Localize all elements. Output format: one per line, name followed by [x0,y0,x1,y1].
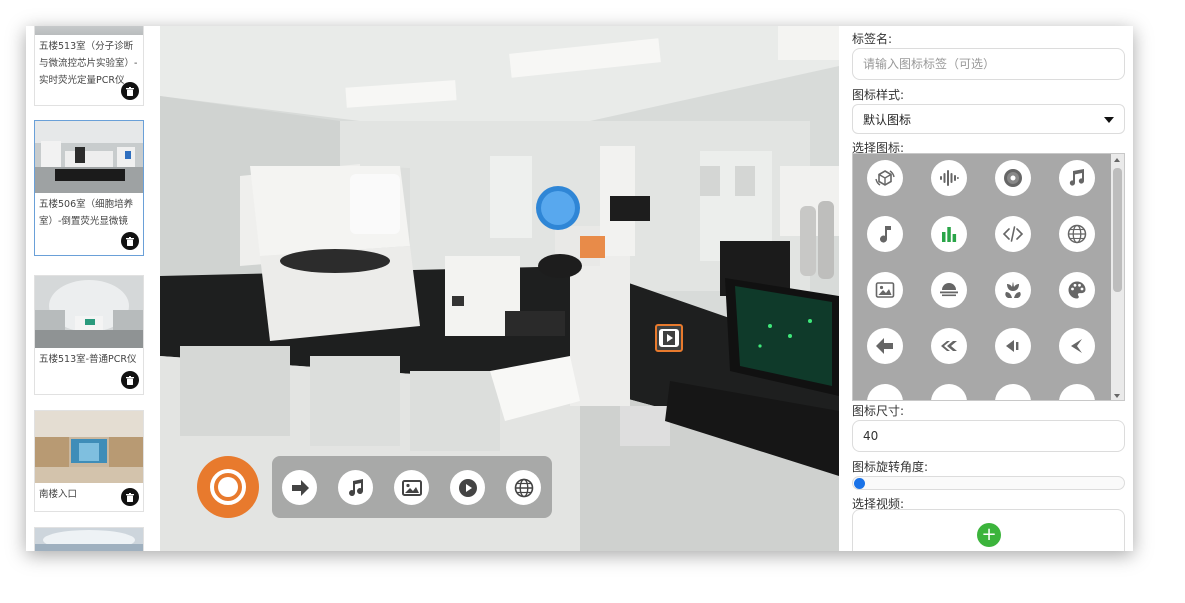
video-icon [659,329,679,347]
image-icon [401,479,422,496]
delete-scene-button[interactable] [121,371,139,389]
flower-icon[interactable] [995,272,1031,308]
double-chevron-left-icon[interactable] [931,328,967,364]
bar-chart-icon[interactable] [931,216,967,252]
palette-icon[interactable] [1059,272,1095,308]
play-icon [458,478,477,497]
cube-rotate-icon[interactable] [867,160,903,196]
single-note-icon[interactable] [867,216,903,252]
trash-icon [126,492,134,502]
soundwave-icon[interactable] [931,160,967,196]
scrollbar-thumb[interactable] [1113,168,1122,292]
video-select-box[interactable]: + [852,509,1125,551]
globe-icon[interactable] [1059,216,1095,252]
scene-card[interactable] [34,527,144,551]
rotation-label: 图标旋转角度: [852,460,929,474]
icon-size-input[interactable] [852,420,1125,452]
video-hotspot[interactable] [655,324,683,352]
icon-style-select[interactable]: 默认图标 [852,104,1125,134]
scene-thumbnail [35,26,143,35]
partial-icon[interactable] [931,384,967,400]
trash-icon [126,375,134,385]
tag-label: 标签名: [852,32,893,46]
globe-icon [514,478,533,497]
horizon-icon[interactable] [931,272,967,308]
plus-icon: + [981,524,997,545]
partial-icon[interactable] [995,384,1031,400]
scene-card[interactable]: 南楼入口 [34,410,144,512]
size-label: 图标尺寸: [852,404,905,418]
style-label: 图标样式: [852,88,905,102]
add-image-hotspot-button[interactable] [394,470,429,505]
delete-scene-button[interactable] [121,232,139,250]
arrow-right-icon [291,479,309,496]
music-note-icon[interactable] [1059,160,1095,196]
scene-card[interactable]: 五楼513室（分子诊断与微流控芯片实验室）-实时荧光定量PCR仪 [34,26,144,106]
trash-icon [126,236,134,246]
scene-card[interactable]: 五楼513室-普通PCR仪 [34,275,144,395]
rotation-slider[interactable] [852,476,1125,490]
scroll-down-icon[interactable] [1114,394,1120,398]
panorama-viewer[interactable] [160,26,839,551]
record-icon [210,469,246,505]
scene-thumbnail [35,411,143,483]
delete-scene-button[interactable] [121,488,139,506]
partial-icon[interactable] [1059,384,1095,400]
add-link-hotspot-button[interactable] [506,470,541,505]
add-video-button[interactable]: + [977,523,1001,547]
music-icon [348,478,363,496]
caret-down-icon [1104,117,1114,123]
scene-thumbnail [35,528,143,551]
hotspot-toolbar [272,456,552,518]
image-icon[interactable] [867,272,903,308]
hotspot-settings-panel: 标签名: 图标样式: 默认图标 选择图标: [839,26,1133,551]
partial-icon[interactable] [867,384,903,400]
delete-scene-button[interactable] [121,82,139,100]
scene-thumbnail [35,276,143,348]
scene-sidebar: 五楼513室（分子诊断与微流控芯片实验室）-实时荧光定量PCR仪 五楼506室（… [26,26,160,551]
scene-thumbnail [35,121,143,193]
add-video-hotspot-button[interactable] [450,470,485,505]
arrow-left-icon[interactable] [867,328,903,364]
scroll-up-icon[interactable] [1114,158,1120,162]
icon-grid-scrollbar[interactable] [1111,154,1124,400]
rewind-icon[interactable] [995,328,1031,364]
icon-style-value: 默认图标 [863,112,912,127]
scene-card-active[interactable]: 五楼506室（细胞培养室）-倒置荧光显微镜 [34,120,144,256]
code-icon[interactable] [995,216,1031,252]
add-music-hotspot-button[interactable] [338,470,373,505]
disc-icon[interactable] [995,160,1031,196]
tag-name-input[interactable] [852,48,1125,80]
app-window: 五楼513室（分子诊断与微流控芯片实验室）-实时荧光定量PCR仪 五楼506室（… [26,26,1133,551]
trash-icon [126,86,134,96]
record-button[interactable] [197,456,259,518]
chevron-left-icon[interactable] [1059,328,1095,364]
icon-picker-grid[interactable] [852,153,1125,401]
add-arrow-hotspot-button[interactable] [282,470,317,505]
slider-knob[interactable] [854,478,865,489]
